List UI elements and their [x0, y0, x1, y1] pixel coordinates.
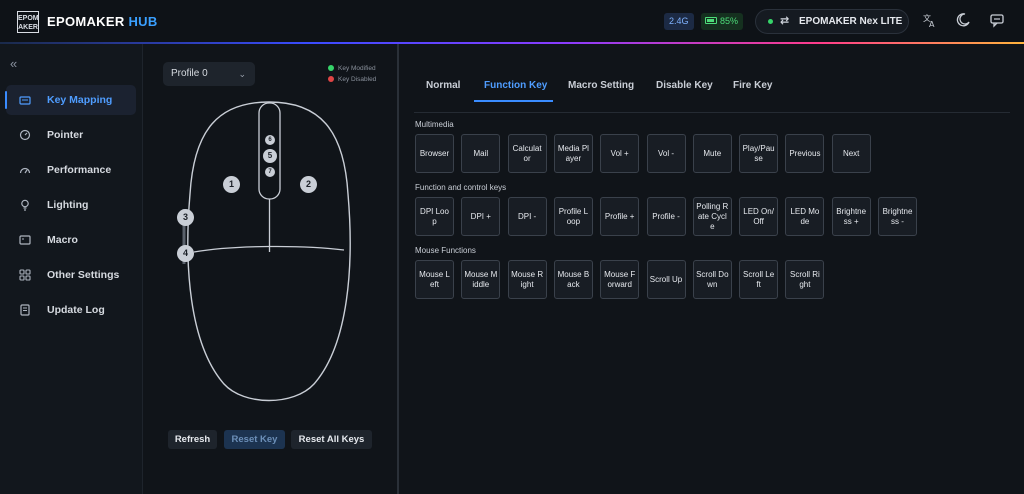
tab-macro-setting[interactable]: Macro Setting — [568, 80, 634, 100]
battery-badge: 85% — [701, 13, 744, 30]
reset-all-keys-button[interactable]: Reset All Keys — [291, 430, 372, 449]
key-profile-loop-button[interactable]: Profile Loop — [553, 197, 593, 236]
sidebar-item-pointer[interactable]: Pointer — [6, 120, 136, 150]
key-profile-button[interactable]: Profile + — [600, 197, 640, 236]
refresh-button[interactable]: Refresh — [168, 430, 217, 449]
mouse-key-6[interactable]: 6 — [265, 135, 275, 145]
sidebar-item-label: Pointer — [47, 129, 84, 141]
key-media-player-button[interactable]: Media Player — [553, 134, 593, 173]
section-title-mouse: Mouse Functions — [415, 246, 476, 255]
connected-dot-icon — [768, 19, 773, 24]
brand-accent: HUB — [128, 14, 158, 29]
logo-text-top: EPOM — [18, 15, 39, 22]
device-name: EPOMAKER Nex LITE — [799, 16, 903, 27]
mouse-key-5[interactable]: 5 — [263, 149, 277, 163]
key-polling-rate-cycle-button[interactable]: Polling Rate Cycle — [692, 197, 732, 236]
app-header: EPOM AKER EPOMAKER HUB 2.4G 85% ⇄ EPOMAKE… — [0, 0, 1024, 42]
key-dpi-button[interactable]: DPI - — [507, 197, 547, 236]
settings-icon — [18, 260, 32, 290]
sidebar-item-label: Performance — [47, 164, 112, 176]
mouse-key-3[interactable]: 3 — [177, 209, 194, 226]
app-logo: EPOM AKER — [17, 11, 39, 33]
key-mail-button[interactable]: Mail — [461, 134, 501, 173]
sidebar-item-label: Macro — [47, 234, 78, 246]
key-vol-button[interactable]: Vol - — [646, 134, 686, 173]
bulb-icon — [18, 190, 32, 220]
keyboard-icon — [18, 85, 32, 115]
key-scroll-up-button[interactable]: Scroll Up — [646, 260, 686, 299]
sidebar-item-label: Lighting — [47, 199, 89, 211]
theme-moon-icon[interactable] — [954, 12, 972, 30]
tab-function-key[interactable]: Function Key — [484, 80, 547, 100]
key-mouse-right-button[interactable]: Mouse Right — [507, 260, 547, 299]
sidebar-item-label: Key Mapping — [47, 94, 113, 106]
key-mute-button[interactable]: Mute — [692, 134, 732, 173]
sidebar: « Key Mapping Pointer Performance Lighti… — [0, 44, 143, 494]
section-title-multimedia: Multimedia — [415, 120, 454, 129]
brand-main: EPOMAKER — [47, 14, 125, 29]
logo-text-bottom: AKER — [18, 24, 38, 31]
language-icon[interactable]: 文A — [921, 12, 939, 30]
tab-disable-key[interactable]: Disable Key — [656, 80, 713, 100]
key-function-panel: Normal Function Key Macro Setting Disabl… — [399, 44, 1024, 494]
brand-title: EPOMAKER HUB — [47, 14, 158, 29]
key-mouse-left-button[interactable]: Mouse Left — [415, 260, 454, 299]
sidebar-item-performance[interactable]: Performance — [6, 155, 136, 185]
mouse-key-2[interactable]: 2 — [300, 176, 317, 193]
feedback-icon[interactable] — [988, 12, 1006, 30]
reset-key-button[interactable]: Reset Key — [224, 430, 285, 449]
key-dpi-button[interactable]: DPI + — [461, 197, 501, 236]
tab-normal[interactable]: Normal — [426, 80, 460, 100]
sidebar-item-label: Other Settings — [47, 269, 120, 281]
key-browser-button[interactable]: Browser — [415, 134, 454, 173]
key-play-pause-button[interactable]: Play/Pause — [739, 134, 779, 173]
key-dpi-loop-button[interactable]: DPI Loop — [415, 197, 454, 236]
mouse-outline — [182, 101, 351, 402]
document-icon — [18, 295, 32, 325]
collapse-chevrons-icon[interactable]: « — [10, 56, 17, 71]
mouse-key-4[interactable]: 4 — [177, 245, 194, 262]
tabs-divider — [414, 112, 1010, 113]
active-tab-indicator — [474, 100, 553, 102]
sidebar-item-label: Update Log — [47, 304, 105, 316]
macro-icon — [18, 225, 32, 255]
key-calculator-button[interactable]: Calculator — [507, 134, 547, 173]
key-led-on-off-button[interactable]: LED On/Off — [739, 197, 779, 236]
tab-fire-key[interactable]: Fire Key — [733, 80, 772, 100]
sidebar-item-key-mapping[interactable]: Key Mapping — [5, 85, 136, 115]
sidebar-item-update-log[interactable]: Update Log — [6, 295, 136, 325]
mouse-key-7[interactable]: 7 — [265, 167, 275, 177]
key-next-button[interactable]: Next — [831, 134, 871, 173]
key-brightness-button[interactable]: Brightness + — [831, 197, 871, 236]
mouse-key-1[interactable]: 1 — [223, 176, 240, 193]
device-selector[interactable]: ⇄ EPOMAKER Nex LITE — [755, 9, 909, 34]
sidebar-item-lighting[interactable]: Lighting — [6, 190, 136, 220]
key-previous-button[interactable]: Previous — [785, 134, 825, 173]
key-mouse-back-button[interactable]: Mouse Back — [553, 260, 593, 299]
key-led-mode-button[interactable]: LED Mode — [785, 197, 825, 236]
svg-text:A: A — [929, 20, 935, 28]
swap-icon: ⇄ — [780, 15, 790, 27]
key-vol-button[interactable]: Vol + — [600, 134, 640, 173]
key-scroll-right-button[interactable]: Scroll Right — [785, 260, 825, 299]
speedometer-icon — [18, 155, 32, 185]
section-title-function: Function and control keys — [415, 183, 507, 192]
connection-badge: 2.4G — [664, 13, 694, 30]
key-profile-button[interactable]: Profile - — [646, 197, 686, 236]
sidebar-item-other-settings[interactable]: Other Settings — [6, 260, 136, 290]
key-scroll-down-button[interactable]: Scroll Down — [692, 260, 732, 299]
key-scroll-left-button[interactable]: Scroll Left — [739, 260, 779, 299]
key-mouse-middle-button[interactable]: Mouse Middle — [461, 260, 501, 299]
battery-level: 85% — [720, 16, 739, 26]
key-brightness-button[interactable]: Brightness - — [878, 197, 917, 236]
gauge-icon — [18, 120, 32, 150]
key-mouse-forward-button[interactable]: Mouse Forward — [600, 260, 640, 299]
mouse-panel: Profile 0 ⌄ Key Modified Key Disabled 6 … — [144, 44, 398, 494]
battery-icon — [705, 17, 717, 25]
sidebar-item-macro[interactable]: Macro — [6, 225, 136, 255]
